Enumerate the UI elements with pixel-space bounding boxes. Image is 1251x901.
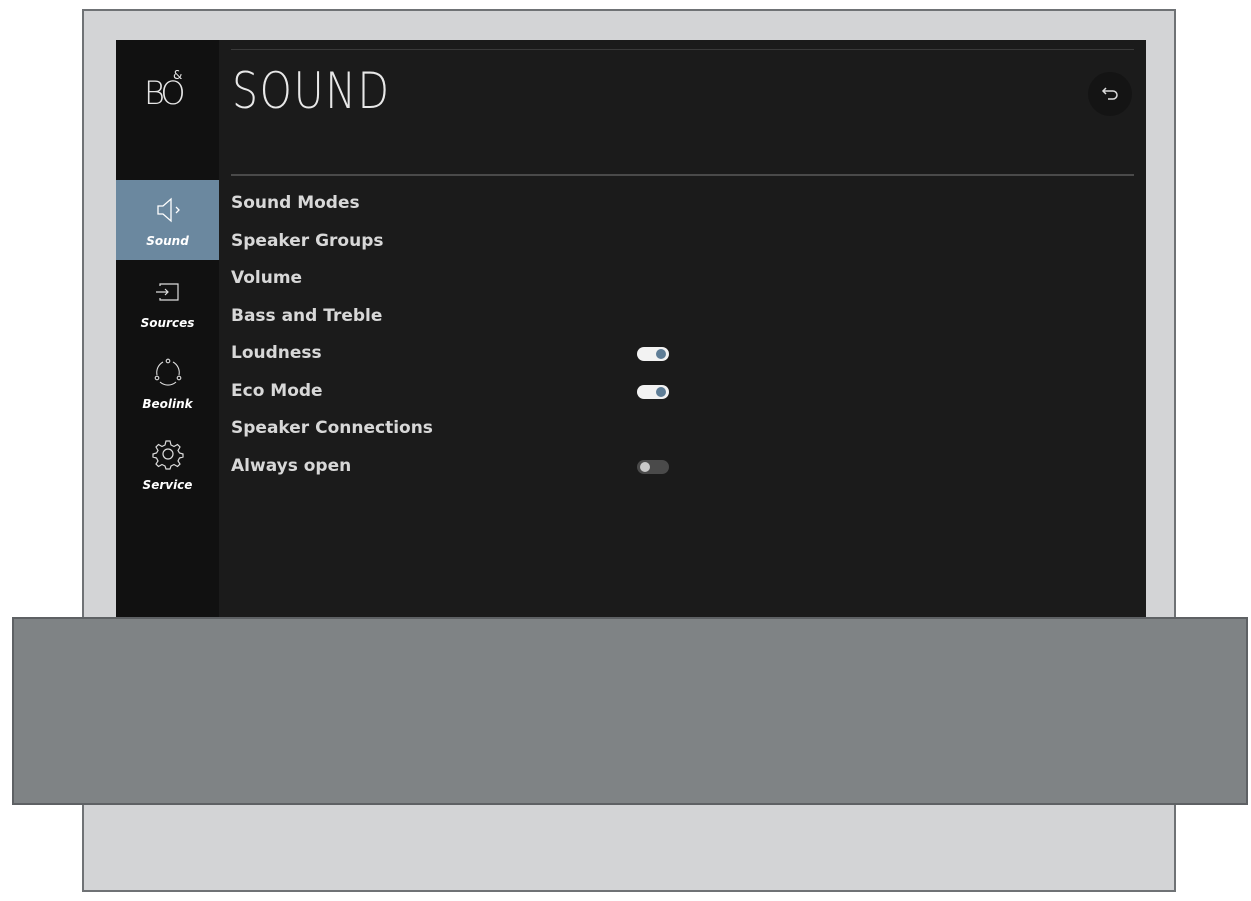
gear-icon — [152, 438, 184, 470]
menu-item-label: Bass and Treble — [231, 305, 383, 326]
page-title: SOUND — [232, 62, 391, 120]
toggle-knob — [656, 349, 666, 359]
menu-item-always-open[interactable]: Always open — [231, 448, 701, 486]
toggle-knob — [656, 386, 666, 397]
menu-item-label: Speaker Connections — [231, 418, 433, 438]
always-open-toggle[interactable] — [637, 459, 669, 474]
sidebar-item-label: Service — [142, 478, 193, 492]
divider — [231, 49, 1134, 50]
menu-item-label: Volume — [231, 268, 303, 288]
menu-item-label: Always open — [231, 455, 352, 476]
toggle-knob — [640, 461, 650, 472]
tv-screen: BO & Sound Sources Beolink Service SOUND… — [116, 40, 1146, 620]
menu-item-sound-modes[interactable]: Sound Modes — [231, 185, 701, 223]
sidebar-item-beolink[interactable]: Beolink — [116, 343, 219, 423]
menu-item-label: Eco Mode — [231, 380, 323, 401]
logo-ampersand: & — [173, 68, 183, 82]
soundbar-overlay — [12, 617, 1248, 805]
sidebar: BO & Sound Sources Beolink Service — [116, 40, 219, 620]
beolink-icon — [152, 357, 184, 389]
sound-menu-list: Sound Modes Speaker Groups Volume Bass a… — [231, 185, 701, 485]
divider — [231, 174, 1134, 176]
loudness-toggle[interactable] — [637, 347, 669, 361]
sidebar-item-label: Sources — [140, 316, 195, 330]
main-panel: SOUND Sound Modes Speaker Groups Volume … — [219, 40, 1146, 620]
bang-olufsen-logo: BO & — [116, 64, 219, 124]
speaker-icon — [152, 194, 184, 226]
menu-item-label: Speaker Groups — [231, 230, 384, 251]
menu-item-label: Sound Modes — [231, 193, 360, 213]
menu-item-eco-mode[interactable]: Eco Mode — [231, 373, 701, 411]
input-source-icon — [152, 276, 184, 308]
back-button[interactable] — [1088, 72, 1132, 116]
sidebar-item-sources[interactable]: Sources — [116, 262, 219, 342]
menu-item-volume[interactable]: Volume — [231, 260, 701, 298]
menu-item-bass-and-treble[interactable]: Bass and Treble — [231, 298, 701, 336]
sidebar-item-label: Beolink — [142, 397, 193, 411]
menu-item-speaker-groups[interactable]: Speaker Groups — [231, 223, 701, 261]
menu-item-label: Loudness — [231, 343, 322, 363]
menu-item-speaker-connections[interactable]: Speaker Connections — [231, 410, 701, 448]
menu-item-loudness[interactable]: Loudness — [231, 335, 701, 373]
sidebar-item-sound[interactable]: Sound — [116, 180, 219, 260]
sidebar-item-service[interactable]: Service — [116, 424, 219, 504]
sidebar-item-label: Sound — [146, 234, 189, 248]
eco-mode-toggle[interactable] — [637, 384, 669, 399]
